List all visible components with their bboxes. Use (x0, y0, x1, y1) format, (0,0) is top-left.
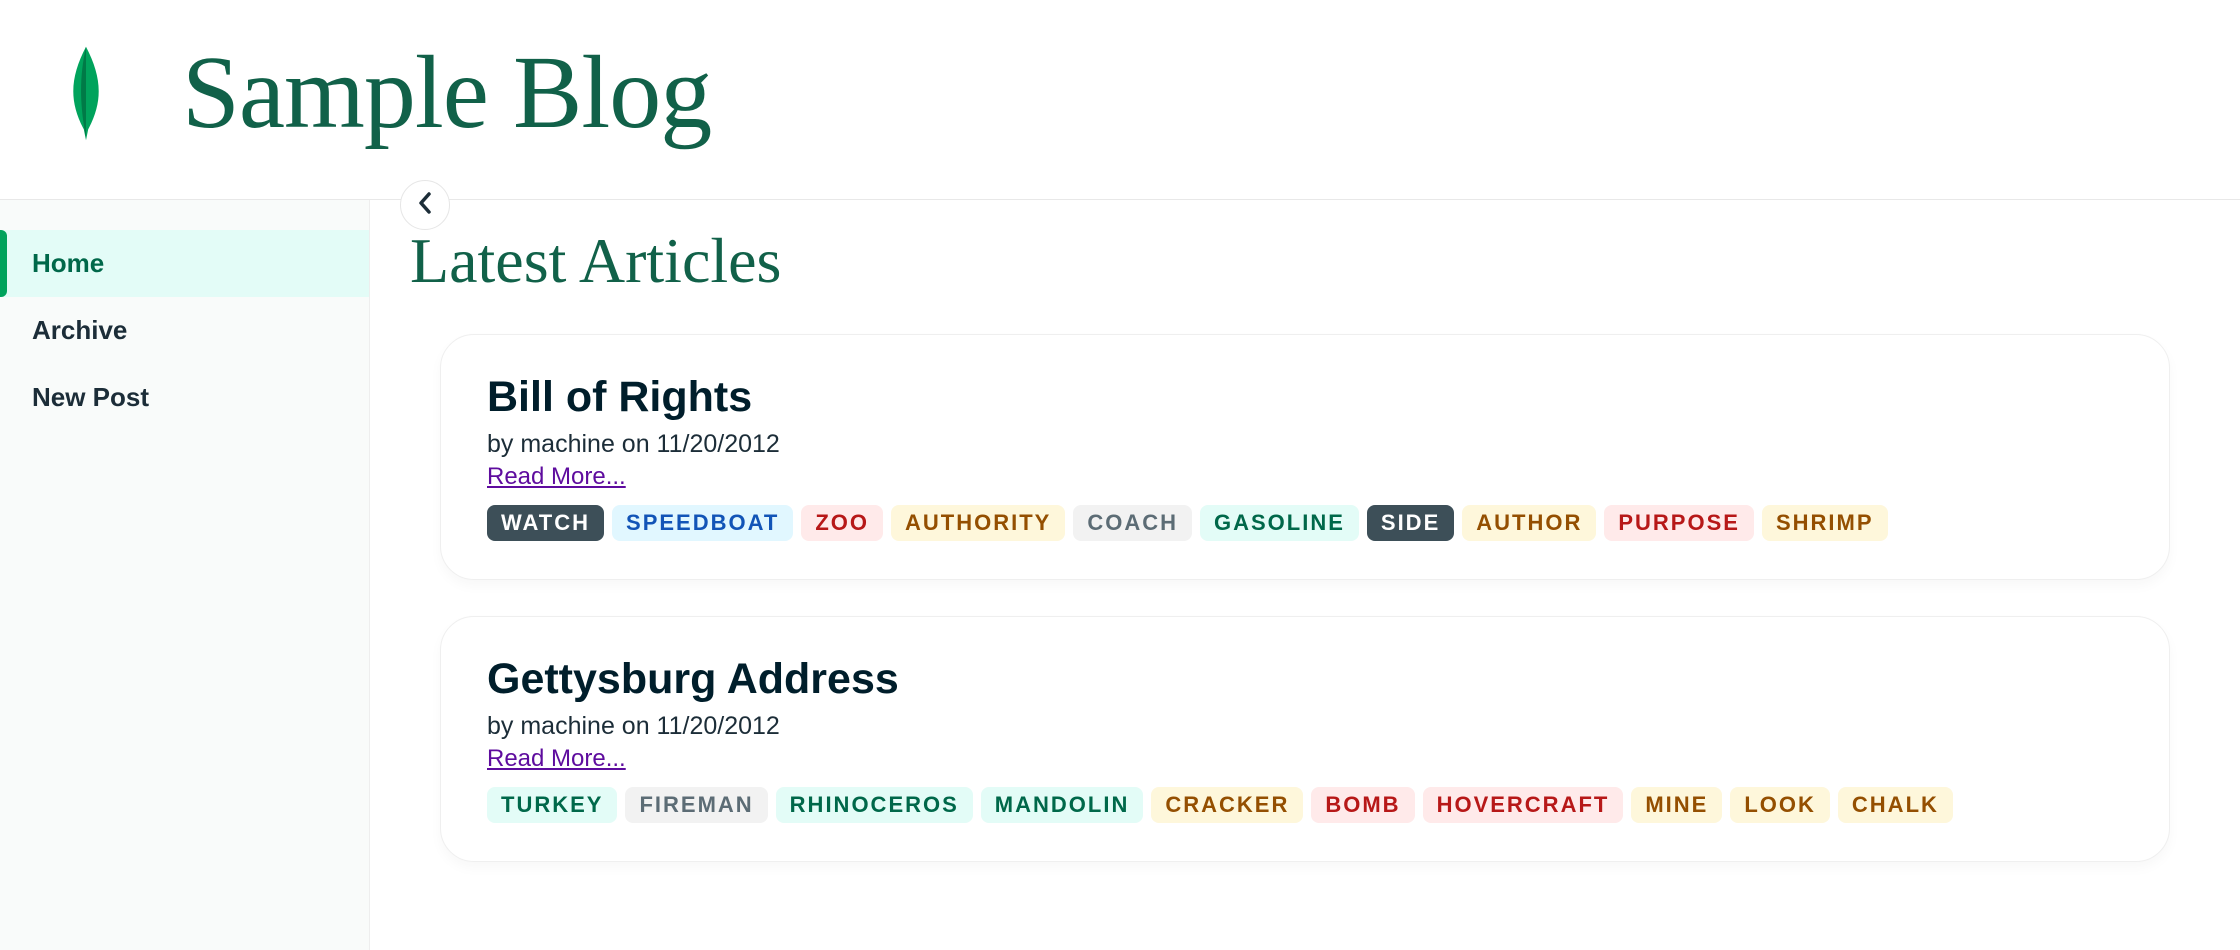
post-byline: by machine on 11/20/2012 (487, 430, 2123, 459)
main-content: Latest Articles Bill of Rights by machine… (370, 200, 2240, 950)
post-byline: by machine on 11/20/2012 (487, 712, 2123, 741)
tag-badge[interactable]: SHRIMP (1762, 505, 1888, 541)
tag-badge[interactable]: MANDOLIN (981, 787, 1144, 823)
tag-badge[interactable]: WATCH (487, 505, 604, 541)
tag-badge[interactable]: AUTHORITY (891, 505, 1065, 541)
tag-badge[interactable]: PURPOSE (1604, 505, 1754, 541)
tag-badge[interactable]: HOVERCRAFT (1423, 787, 1624, 823)
post-title: Gettysburg Address (487, 655, 2123, 704)
tag-badge[interactable]: COACH (1073, 505, 1192, 541)
tag-badge[interactable]: CHALK (1838, 787, 1953, 823)
site-title: Sample Blog (182, 33, 711, 152)
tag-list: TURKEYFIREMANRHINOCEROSMANDOLINCRACKERBO… (487, 787, 2123, 823)
chevron-left-icon (415, 191, 435, 220)
post-card: Gettysburg Address by machine on 11/20/20… (440, 616, 2170, 862)
site-header: Sample Blog (0, 0, 2240, 200)
tag-badge[interactable]: SIDE (1367, 505, 1454, 541)
sidebar-item-home[interactable]: Home (0, 230, 369, 297)
tag-badge[interactable]: FIREMAN (625, 787, 767, 823)
tag-badge[interactable]: ZOO (801, 505, 883, 541)
read-more-link[interactable]: Read More... (487, 745, 626, 773)
post-title: Bill of Rights (487, 373, 2123, 422)
post-card: Bill of Rights by machine on 11/20/2012 Re… (440, 334, 2170, 580)
read-more-link[interactable]: Read More... (487, 463, 626, 491)
tag-badge[interactable]: SPEEDBOAT (612, 505, 793, 541)
tag-badge[interactable]: MINE (1631, 787, 1722, 823)
sidebar-collapse-button[interactable] (400, 180, 450, 230)
tag-badge[interactable]: RHINOCEROS (776, 787, 973, 823)
tag-badge[interactable]: AUTHOR (1462, 505, 1596, 541)
tag-list: WATCHSPEEDBOATZOOAUTHORITYCOACHGASOLINES… (487, 505, 2123, 541)
sidebar-item-archive[interactable]: Archive (0, 297, 369, 364)
page-title: Latest Articles (410, 224, 2200, 298)
tag-badge[interactable]: GASOLINE (1200, 505, 1359, 541)
tag-badge[interactable]: TURKEY (487, 787, 617, 823)
tag-badge[interactable]: LOOK (1730, 787, 1830, 823)
sidebar-nav: HomeArchiveNew Post (0, 200, 370, 950)
leaf-logo-icon (60, 33, 112, 153)
tag-badge[interactable]: CRACKER (1151, 787, 1303, 823)
tag-badge[interactable]: BOMB (1311, 787, 1414, 823)
sidebar-item-new-post[interactable]: New Post (0, 364, 369, 431)
